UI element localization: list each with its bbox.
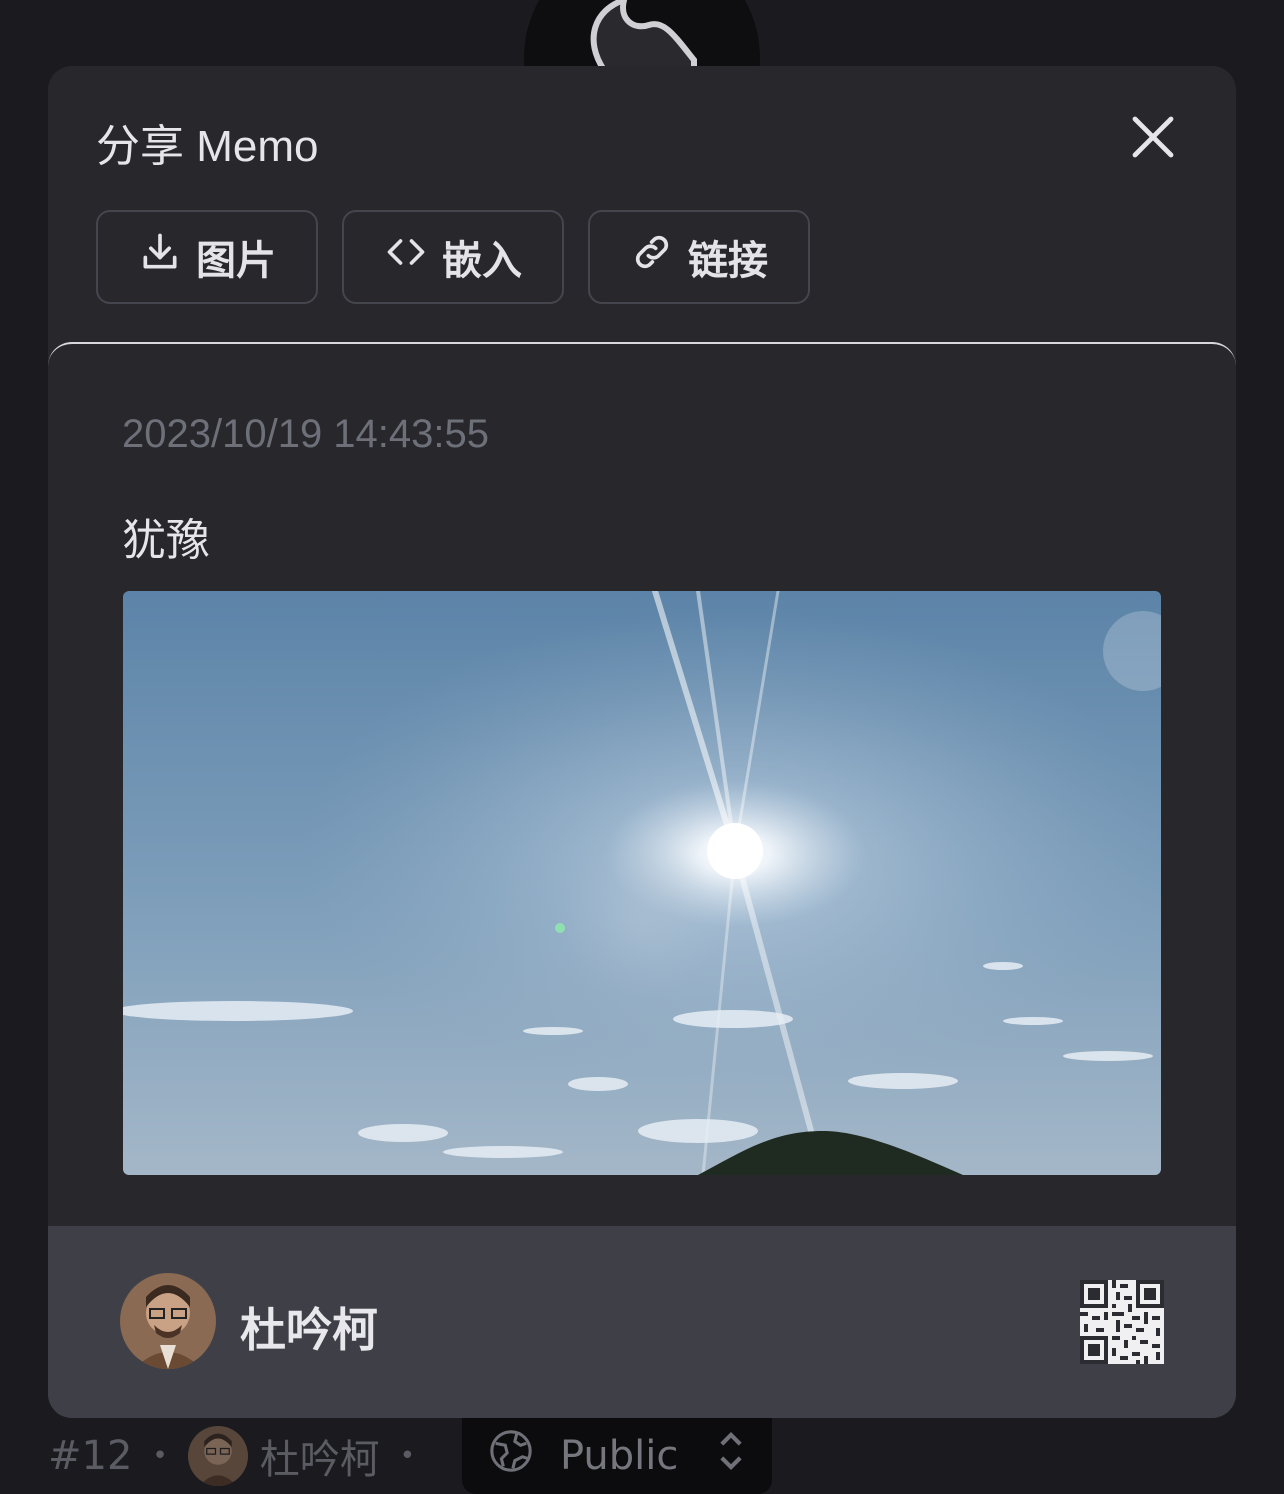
code-icon bbox=[384, 230, 428, 284]
globe-icon bbox=[488, 1428, 534, 1484]
avatar bbox=[120, 1273, 216, 1369]
separator-dot: • bbox=[152, 1441, 168, 1471]
separator-dot: • bbox=[399, 1441, 416, 1471]
close-button[interactable] bbox=[1118, 104, 1188, 174]
embed-button[interactable]: 嵌入 bbox=[342, 210, 564, 304]
action-label: 链接 bbox=[688, 238, 768, 284]
memo-card-footer: 杜吟柯 bbox=[48, 1226, 1236, 1418]
page: #12 • 杜吟柯 • Public 分享 Memo 图片 嵌入 链接 2023… bbox=[0, 0, 1284, 1494]
memo-preview-card: 2023/10/19 14:43:55 犹豫 杜吟柯 bbox=[48, 342, 1236, 1418]
action-label: 嵌入 bbox=[442, 238, 522, 284]
dialog-header: 分享 Memo bbox=[96, 104, 1188, 176]
visibility-select[interactable]: Public bbox=[462, 1418, 772, 1494]
author-name: 杜吟柯 bbox=[240, 1303, 378, 1357]
download-image-button[interactable]: 图片 bbox=[96, 210, 318, 304]
chevron-up-down-icon bbox=[716, 1428, 746, 1484]
avatar[interactable] bbox=[187, 1426, 248, 1486]
share-actions: 图片 嵌入 链接 bbox=[96, 210, 810, 304]
visibility-label: Public bbox=[560, 1433, 679, 1479]
memo-timestamp: 2023/10/19 14:43:55 bbox=[122, 412, 490, 456]
share-memo-dialog: 分享 Memo 图片 嵌入 链接 2023/10/19 14:43:55 犹豫 … bbox=[48, 66, 1236, 1418]
memo-id[interactable]: #12 bbox=[48, 1433, 132, 1479]
close-icon bbox=[1129, 113, 1177, 165]
memo-content: 犹豫 bbox=[122, 515, 210, 566]
memo-image bbox=[123, 591, 1161, 1175]
link-icon bbox=[630, 230, 674, 284]
qr-code-icon bbox=[1080, 1280, 1164, 1364]
memo-meta-row: #12 • 杜吟柯 • Public bbox=[48, 1418, 1284, 1494]
author-name-small[interactable]: 杜吟柯 bbox=[260, 1427, 380, 1485]
dialog-title: 分享 Memo bbox=[96, 122, 319, 171]
copy-link-button[interactable]: 链接 bbox=[588, 210, 810, 304]
action-label: 图片 bbox=[196, 238, 276, 284]
download-icon bbox=[138, 230, 182, 284]
